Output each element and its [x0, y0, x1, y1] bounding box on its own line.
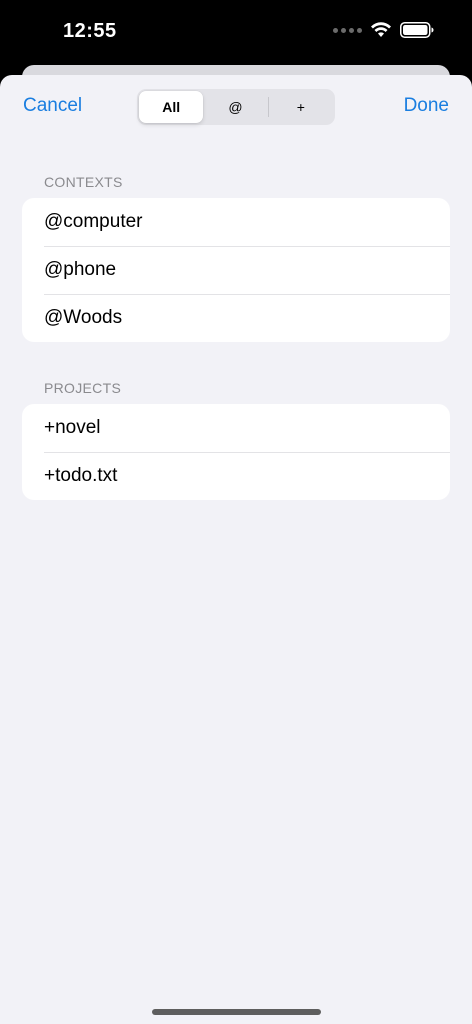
contexts-section-header: CONTEXTS — [44, 174, 123, 190]
project-item-todo-txt[interactable]: +todo.txt — [22, 452, 450, 500]
context-item-phone[interactable]: @phone — [22, 246, 450, 294]
projects-section-header: PROJECTS — [44, 380, 122, 396]
status-bar: 12:55 — [0, 0, 472, 64]
done-button[interactable]: Done — [404, 95, 449, 117]
segment-projects[interactable]: + — [269, 91, 333, 123]
cancel-button[interactable]: Cancel — [23, 95, 82, 117]
project-item-novel[interactable]: +novel — [22, 404, 450, 452]
status-time: 12:55 — [63, 20, 117, 42]
wifi-icon — [370, 22, 392, 38]
context-item-woods[interactable]: @Woods — [22, 294, 450, 342]
projects-list: +novel +todo.txt — [22, 404, 450, 500]
segment-all[interactable]: All — [139, 91, 204, 123]
filter-sheet: Cancel All @ + Done CONTEXTS @computer @… — [0, 75, 472, 1024]
contexts-list: @computer @phone @Woods — [22, 198, 450, 342]
context-item-computer[interactable]: @computer — [22, 198, 450, 246]
home-indicator[interactable] — [152, 1009, 321, 1015]
status-icons — [333, 22, 434, 38]
cellular-signal-icon — [333, 27, 362, 33]
segment-contexts[interactable]: @ — [203, 91, 267, 123]
filter-segmented-control: All @ + — [137, 89, 335, 125]
battery-icon — [400, 22, 434, 38]
